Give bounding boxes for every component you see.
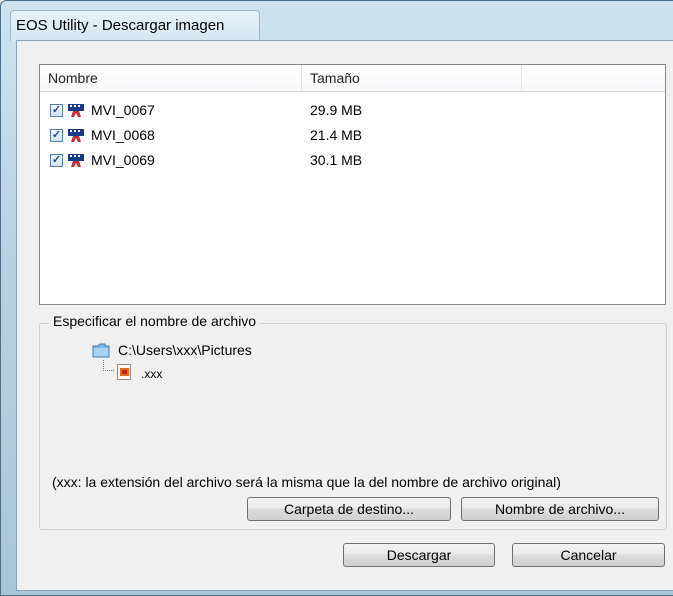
column-header-empty[interactable]	[522, 65, 665, 91]
window-title: EOS Utility - Descargar imagen	[16, 17, 225, 34]
filename-button[interactable]: Nombre de archivo...	[461, 497, 659, 521]
file-size: 21.4 MB	[310, 127, 363, 143]
file-size: 29.9 MB	[310, 102, 363, 118]
file-list[interactable]: Nombre Tamaño ✓ MVI_0067 29.9 MB ✓ MVI_0…	[39, 64, 666, 305]
tree-connector	[103, 360, 114, 371]
movie-icon	[68, 104, 84, 117]
file-name: MVI_0068	[91, 127, 155, 143]
list-item[interactable]: ✓ MVI_0069 30.1 MB	[40, 151, 640, 171]
checkbox[interactable]: ✓	[50, 129, 63, 142]
file-size: 30.1 MB	[310, 152, 363, 168]
movie-icon	[68, 129, 84, 142]
destination-folder-button[interactable]: Carpeta de destino...	[247, 497, 451, 521]
movie-icon	[68, 154, 84, 167]
file-name: MVI_0069	[91, 152, 155, 168]
list-item[interactable]: ✓ MVI_0068 21.4 MB	[40, 126, 640, 146]
destination-folder-path: C:\Users\xxx\Pictures	[118, 342, 252, 358]
column-header-name[interactable]: Nombre	[40, 65, 302, 91]
checkbox[interactable]: ✓	[50, 104, 63, 117]
image-file-icon	[117, 364, 131, 380]
file-extension: .xxx	[141, 367, 163, 381]
list-item[interactable]: ✓ MVI_0067 29.9 MB	[40, 101, 640, 121]
download-button[interactable]: Descargar	[343, 543, 495, 567]
extension-note: (xxx: la extensión del archivo será la m…	[52, 474, 561, 490]
file-name: MVI_0067	[91, 102, 155, 118]
list-header: Nombre Tamaño	[40, 65, 665, 92]
folder-icon	[92, 343, 110, 358]
filename-group-label: Especificar el nombre de archivo	[49, 313, 261, 329]
cancel-button[interactable]: Cancelar	[512, 543, 665, 567]
checkbox[interactable]: ✓	[50, 154, 63, 167]
column-header-size[interactable]: Tamaño	[302, 65, 522, 91]
